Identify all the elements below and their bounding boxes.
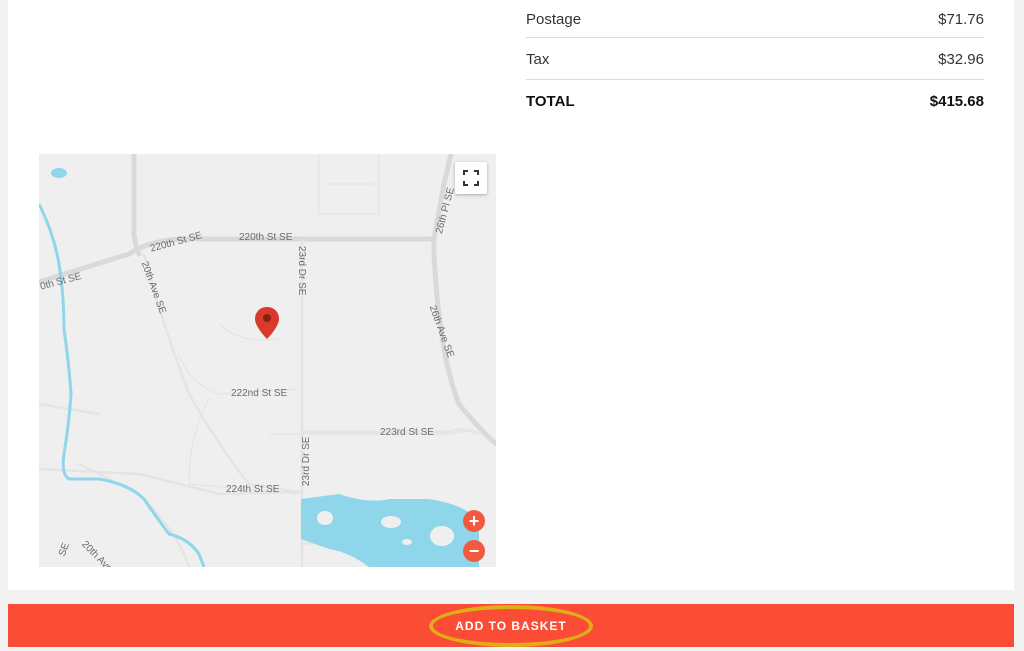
postage-label: Postage (526, 10, 582, 28)
total-row: TOTAL $415.68 (526, 80, 984, 122)
tax-row: Tax $32.96 (526, 38, 984, 80)
road-label: 222nd St SE (231, 388, 288, 399)
postage-value: $71.76 (938, 10, 984, 28)
location-marker[interactable] (255, 307, 279, 339)
fullscreen-button[interactable] (455, 162, 487, 194)
total-label: TOTAL (526, 92, 575, 110)
add-to-basket-label: ADD TO BASKET (429, 604, 593, 647)
fullscreen-icon (463, 170, 479, 186)
order-summary: Postage $71.76 Tax $32.96 TOTAL $415.68 (526, 0, 984, 122)
road-label: 220th St SE (239, 232, 293, 243)
postage-row: Postage $71.76 (526, 0, 984, 38)
zoom-out-button[interactable]: − (463, 540, 485, 562)
road-label: 23rd Dr SE (301, 436, 312, 486)
road-label: 223rd St SE (380, 427, 434, 438)
location-map[interactable]: 220th St SE 220th St SE 0th St SE 20th A… (39, 154, 496, 567)
road-label: 224th St SE (226, 484, 280, 495)
add-to-basket-button[interactable]: ADD TO BASKET (8, 604, 1014, 647)
road-label: 23rd Dr SE (296, 246, 307, 296)
total-value: $415.68 (929, 92, 984, 110)
map-canvas (39, 154, 496, 567)
tax-label: Tax (526, 50, 550, 68)
tax-value: $32.96 (938, 50, 984, 68)
page-bottom (0, 647, 1024, 651)
zoom-in-button[interactable]: + (463, 510, 485, 532)
lake (301, 494, 479, 567)
